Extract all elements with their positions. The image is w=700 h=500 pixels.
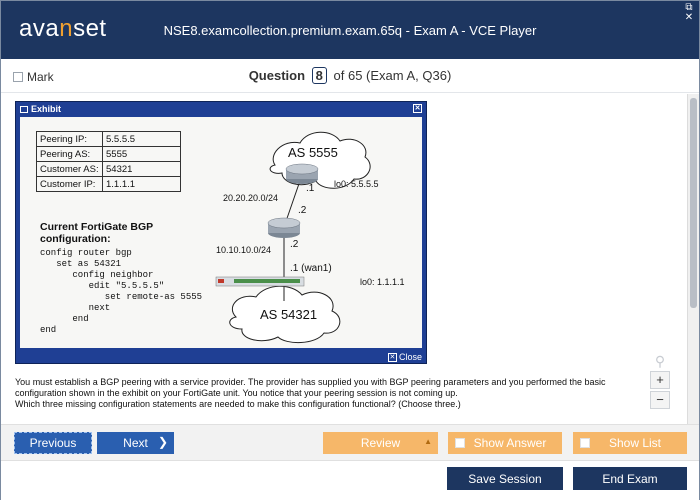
r2-down-interface-label: .2 <box>290 239 299 250</box>
zoom-controls: ⚲ + − <box>650 353 670 409</box>
show-list-label: Show List <box>608 436 662 450</box>
scrollbar-thumb[interactable] <box>690 98 697 308</box>
exhibit-title: Exhibit <box>31 104 62 114</box>
zoom-in-button[interactable]: + <box>650 371 670 389</box>
previous-button[interactable]: Previous <box>14 432 92 454</box>
magnifier-icon: ⚲ <box>654 353 666 369</box>
question-paragraph: You must establish a BGP peering with a … <box>15 377 606 398</box>
save-session-button[interactable]: Save Session <box>447 467 563 490</box>
question-number-input[interactable]: 8 <box>311 67 327 84</box>
triangle-up-icon: ▲ <box>424 437 432 446</box>
exhibit-close-button[interactable]: ✕ Close <box>387 352 422 362</box>
router-icon <box>285 163 319 184</box>
question-of-text: of 65 (Exam A, Q36) <box>333 68 452 83</box>
as-bottom-label: AS 54321 <box>260 307 318 322</box>
lo0-bottom-label: lo0: 1.1.1.1 <box>360 277 405 287</box>
exhibit-close-icon[interactable]: ✕ <box>413 104 422 113</box>
fortigate-icon <box>215 276 305 287</box>
exhibit-image: Peering IP: 5.5.5.5 Peering AS: 5555 Custo… <box>20 117 422 348</box>
next-label: Next <box>123 436 148 450</box>
title-bar: avanset NSE8.examcollection.premium.exam… <box>1 1 699 59</box>
checkbox-icon[interactable] <box>580 438 590 448</box>
vce-player-window: avanset NSE8.examcollection.premium.exam… <box>0 0 700 500</box>
as-top-label: AS 5555 <box>288 145 338 160</box>
review-label: Review <box>360 436 401 450</box>
router-icon <box>267 217 301 238</box>
question-counter: Question 8 of 65 (Exam A, Q36) <box>1 67 699 84</box>
net-lower-label: 10.10.10.0/24 <box>216 245 272 255</box>
show-answer-label: Show Answer <box>473 436 547 450</box>
question-header: Mark Question 8 of 65 (Exam A, Q36) <box>1 59 699 93</box>
session-bar: Save Session End Exam <box>1 460 699 500</box>
question-label: Question <box>248 68 306 83</box>
end-exam-button[interactable]: End Exam <box>573 467 687 490</box>
previous-label: Previous <box>29 436 77 450</box>
show-list-button[interactable]: Show List <box>573 432 687 454</box>
lo0-top-label: lo0: 5.5.5.5 <box>334 179 379 189</box>
question-content: Exhibit ✕ Peering IP: 5.5.5.5 Peering AS:… <box>1 94 687 424</box>
close-icon[interactable]: ✕ <box>387 352 397 362</box>
exhibit-window-icon <box>20 105 28 113</box>
checkbox-icon[interactable] <box>455 438 465 448</box>
review-button[interactable]: Review ▲ <box>323 432 438 454</box>
close-icon[interactable]: ✕ <box>683 13 695 23</box>
navigation-bar: Previous Next ❯ Review ▲ Show Answer Sho… <box>1 424 699 460</box>
network-diagram <box>215 131 371 343</box>
net-upper-label: 20.20.20.0/24 <box>223 193 279 203</box>
r2-up-interface-label: .2 <box>298 205 307 216</box>
window-title: NSE8.examcollection.premium.exam.65q - E… <box>163 23 537 38</box>
show-answer-button[interactable]: Show Answer <box>448 432 562 454</box>
r1-interface-label: .1 <box>306 183 315 194</box>
chevron-right-icon: ❯ <box>157 435 168 449</box>
question-text: You must establish a BGP peering with a … <box>15 377 655 410</box>
fgt-interface-label: .1 (wan1) <box>290 263 332 274</box>
exhibit-title-bar: Exhibit ✕ <box>16 102 426 116</box>
exhibit-window: Exhibit ✕ Peering IP: 5.5.5.5 Peering AS:… <box>15 101 427 364</box>
end-exam-label: End Exam <box>602 471 658 486</box>
zoom-out-button[interactable]: − <box>650 391 670 409</box>
window-controls: ⧉ ✕ <box>683 3 695 23</box>
next-button[interactable]: Next ❯ <box>97 432 174 454</box>
vertical-scrollbar[interactable] <box>687 94 699 424</box>
save-session-label: Save Session <box>468 471 542 486</box>
question-prompt: Which three missing configuration statem… <box>15 399 461 409</box>
exhibit-close-label: Close <box>398 352 422 362</box>
